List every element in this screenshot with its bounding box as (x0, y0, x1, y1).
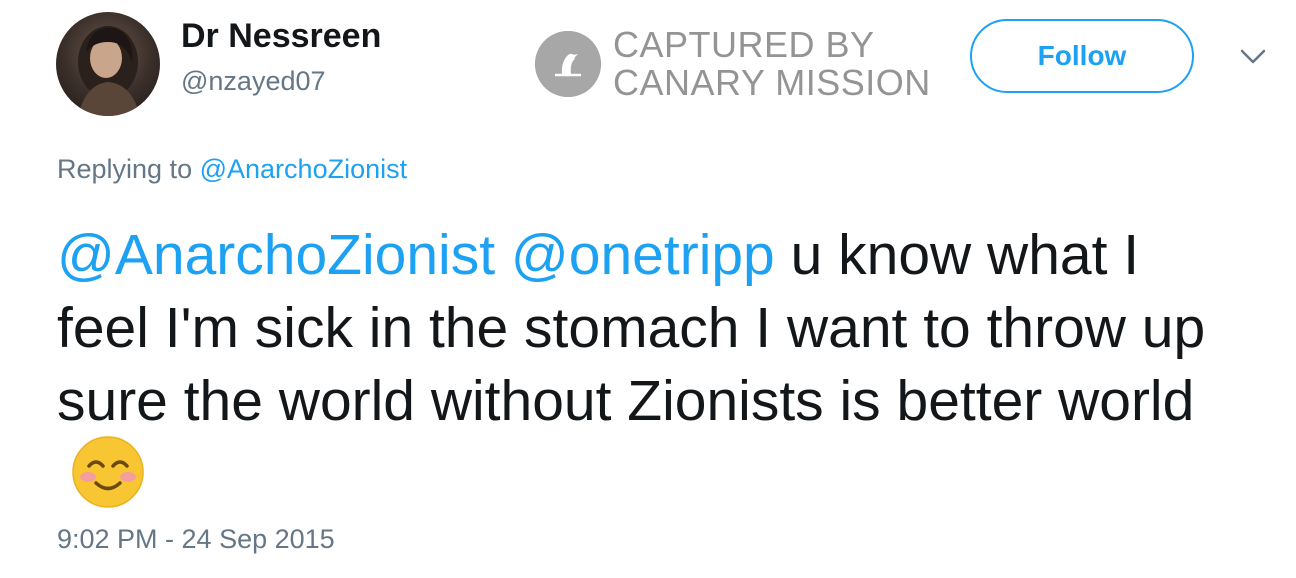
watermark-text: CAPTURED BY CANARY MISSION (613, 26, 931, 102)
mention-link[interactable]: @AnarchoZionist (57, 223, 495, 287)
smiling-face-emoji-icon (71, 435, 145, 509)
follow-button[interactable]: Follow (970, 19, 1194, 93)
replying-to-prefix: Replying to (57, 154, 193, 184)
canary-bird-icon (535, 31, 601, 97)
replying-to: Replying to @AnarchoZionist (57, 154, 407, 185)
tweet-card: Dr Nessreen @nzayed07 CAPTURED BY CANARY… (0, 0, 1296, 578)
replying-to-link[interactable]: @AnarchoZionist (200, 154, 408, 184)
watermark-line-2: CANARY MISSION (613, 62, 931, 103)
watermark-line-1: CAPTURED BY (613, 24, 875, 65)
tweet-timestamp[interactable]: 9:02 PM - 24 Sep 2015 (57, 524, 335, 555)
display-name[interactable]: Dr Nessreen (181, 17, 381, 56)
chevron-down-icon[interactable] (1240, 49, 1266, 65)
avatar[interactable] (56, 12, 160, 116)
user-handle[interactable]: @nzayed07 (181, 66, 326, 97)
watermark: CAPTURED BY CANARY MISSION (535, 26, 931, 102)
mention-link[interactable]: @onetripp (511, 223, 775, 287)
tweet-text: @AnarchoZionist @onetripp u know what I … (57, 219, 1237, 515)
